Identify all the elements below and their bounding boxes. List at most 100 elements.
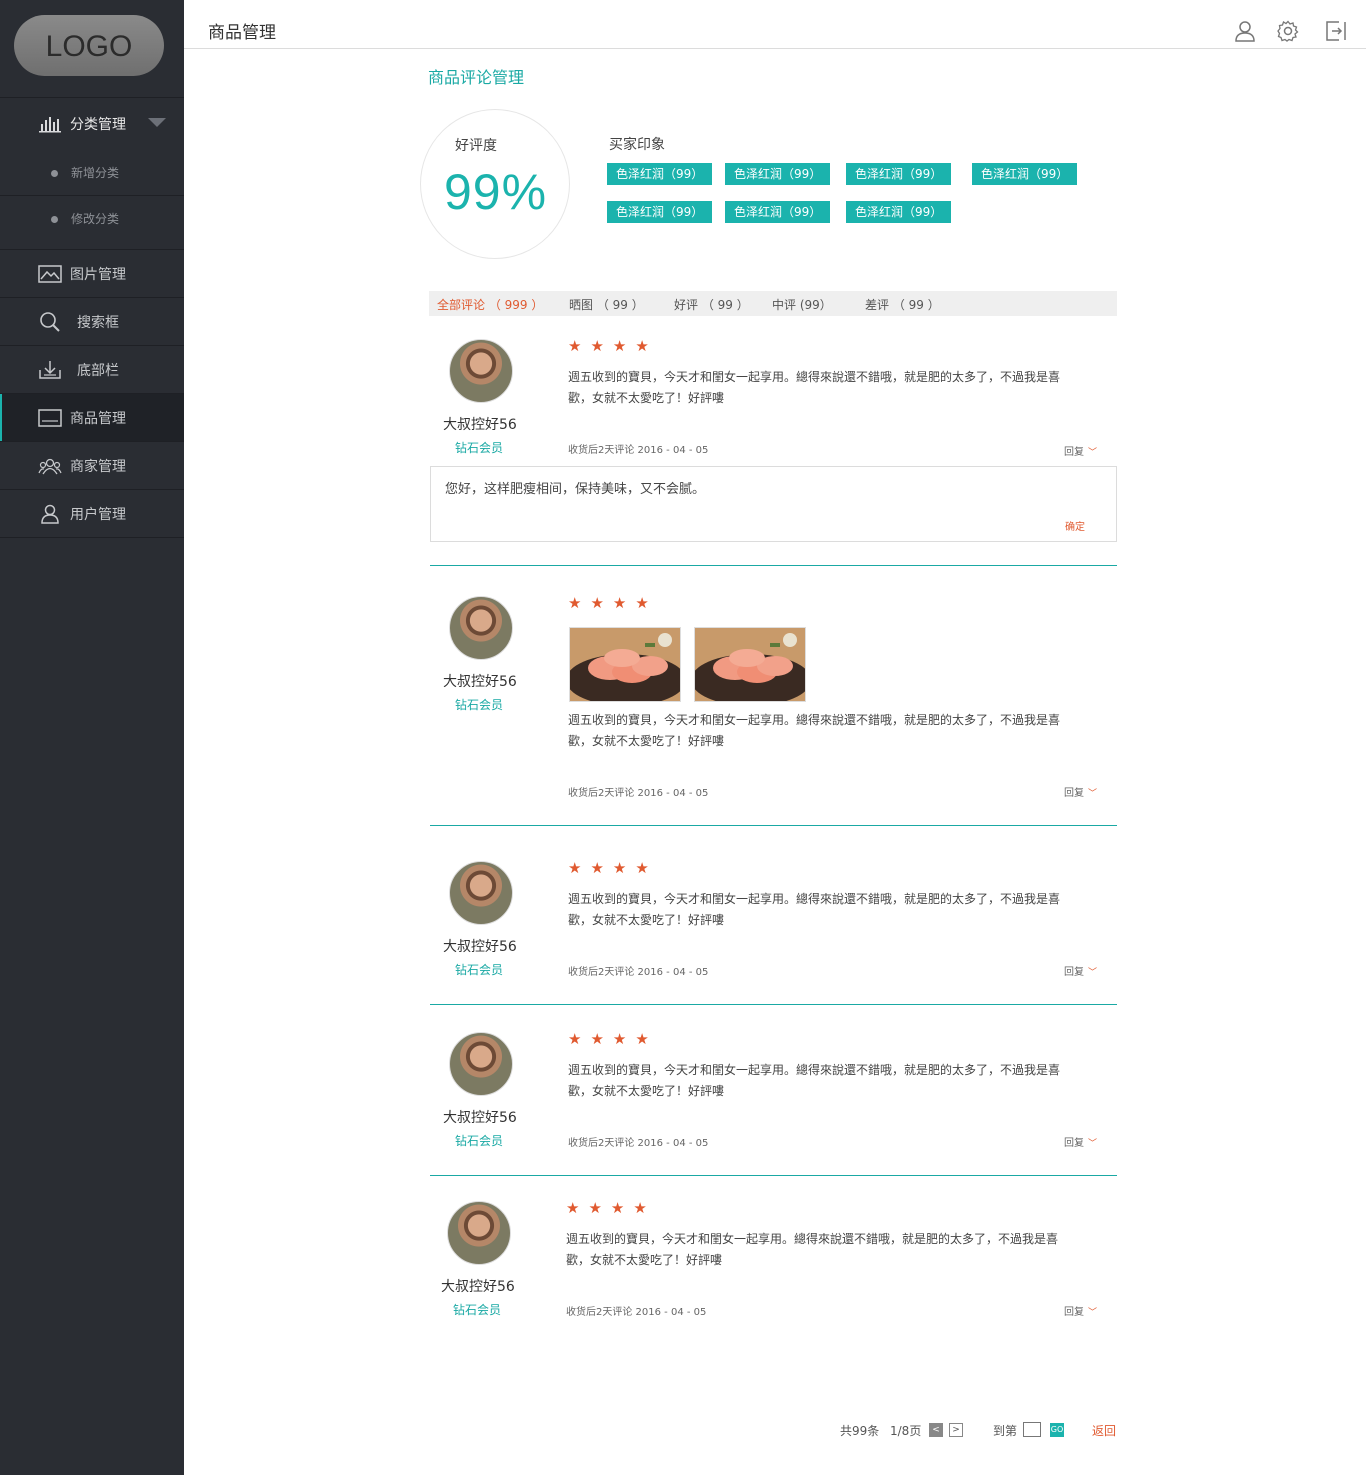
user-name: 大叔控好56 bbox=[443, 1110, 517, 1126]
section-title: 商品评论管理 bbox=[428, 68, 525, 87]
user-level: 钻石会员 bbox=[455, 698, 504, 712]
sidebar-item-category[interactable]: 分类管理 bbox=[0, 98, 184, 150]
user-name: 大叔控好56 bbox=[441, 1279, 515, 1295]
reply-button[interactable]: 回复 ﹀ bbox=[1064, 784, 1097, 799]
confirm-button[interactable]: 确定 bbox=[1065, 518, 1085, 533]
user-level: 钻石会员 bbox=[455, 441, 504, 455]
reply-button[interactable]: 回复 ﹀ bbox=[1064, 963, 1097, 978]
user-name: 大叔控好56 bbox=[443, 417, 517, 433]
star-rating: ★★★★ bbox=[568, 594, 658, 612]
sub-item-label: 修改分类 bbox=[71, 212, 120, 226]
sidebar-item-label: 商品管理 bbox=[70, 410, 126, 427]
sidebar: LOGO 分类管理 新增分类 修改分类 图片管理 搜索框 底部栏 商品管理 商家… bbox=[0, 0, 184, 1475]
divider bbox=[430, 825, 1117, 826]
reply-text: 您好，这样肥瘦相间，保持美味，又不会腻。 bbox=[445, 482, 706, 497]
review-tabs: 全部评论 （ 999 ） 晒图 （ 99 ） 好评 （ 99 ） 中评 (99）… bbox=[429, 291, 1117, 316]
avatar bbox=[447, 1201, 511, 1265]
gear-icon[interactable] bbox=[1277, 20, 1299, 42]
sidebar-item-products[interactable]: 商品管理 bbox=[0, 394, 184, 442]
page-number-input[interactable] bbox=[1023, 1422, 1041, 1437]
review-photo[interactable] bbox=[694, 627, 806, 702]
group-icon bbox=[38, 455, 62, 477]
bar-chart-icon bbox=[38, 113, 62, 135]
reply-button[interactable]: 回复 ﹀ bbox=[1064, 443, 1097, 458]
sidebar-item-label: 商家管理 bbox=[70, 458, 126, 475]
divider bbox=[430, 565, 1117, 566]
review-text: 週五收到的寶貝，今天才和閨女一起享用。總得來說還不錯哦，就是肥的太多了，不過我是… bbox=[568, 713, 1061, 748]
chevron-down-icon: ﹀ bbox=[1088, 968, 1098, 978]
image-icon bbox=[38, 263, 62, 285]
tab-positive[interactable]: 好评 （ 99 ） bbox=[674, 296, 749, 313]
sidebar-item-label: 用户管理 bbox=[70, 506, 126, 523]
review-meta: 收货后2天评论 2016 - 04 - 05 bbox=[568, 445, 709, 456]
review-photo[interactable] bbox=[569, 627, 681, 702]
chevron-down-icon: ﹀ bbox=[1088, 448, 1098, 458]
impression-tag[interactable]: 色泽红润（99） bbox=[607, 163, 713, 185]
review-text: 週五收到的寶貝，今天才和閨女一起享用。總得來說還不錯哦，就是肥的太多了，不過我是… bbox=[568, 1063, 1061, 1098]
review-meta: 收货后2天评论 2016 - 04 - 05 bbox=[568, 967, 709, 978]
bullet-icon bbox=[51, 170, 58, 177]
sidebar-item-label: 底部栏 bbox=[77, 362, 119, 379]
impression-tag[interactable]: 色泽红润（99） bbox=[972, 163, 1078, 185]
avatar bbox=[449, 861, 513, 925]
sidebar-item-merchants[interactable]: 商家管理 bbox=[0, 442, 184, 490]
sidebar-item-search[interactable]: 搜索框 bbox=[0, 298, 184, 346]
sidebar-item-label: 分类管理 bbox=[70, 117, 126, 133]
screen-icon bbox=[38, 407, 62, 429]
impression-label: 买家印象 bbox=[609, 137, 665, 153]
tab-neutral[interactable]: 中评 (99） bbox=[772, 296, 832, 313]
divider bbox=[430, 1175, 1117, 1176]
tab-all[interactable]: 全部评论 （ 999 ） bbox=[437, 296, 543, 313]
sidebar-item-footer[interactable]: 底部栏 bbox=[0, 346, 184, 394]
sidebar-item-label: 搜索框 bbox=[77, 314, 119, 331]
page-title: 商品管理 bbox=[208, 23, 276, 43]
reply-box[interactable]: 您好，这样肥瘦相间，保持美味，又不会腻。 确定 bbox=[430, 466, 1117, 542]
back-button[interactable]: 返回 bbox=[1092, 1422, 1116, 1439]
star-rating: ★★★★ bbox=[568, 1030, 658, 1048]
avatar bbox=[449, 596, 513, 660]
impression-tag[interactable]: 色泽红润（99） bbox=[607, 201, 713, 223]
chevron-down-icon: ﹀ bbox=[1088, 1308, 1098, 1318]
tab-negative[interactable]: 差评 （ 99 ） bbox=[865, 296, 940, 313]
category-group: 分类管理 新增分类 修改分类 bbox=[0, 98, 184, 250]
user-icon[interactable] bbox=[1234, 20, 1256, 42]
impression-tag[interactable]: 色泽红润（99） bbox=[846, 201, 952, 223]
reply-button[interactable]: 回复 ﹀ bbox=[1064, 1134, 1097, 1149]
logout-icon[interactable] bbox=[1325, 20, 1347, 42]
impression-tag[interactable]: 色泽红润（99） bbox=[846, 163, 952, 185]
chevron-down-icon[interactable] bbox=[148, 118, 166, 127]
impression-tag[interactable]: 色泽红润（99） bbox=[725, 163, 831, 185]
sub-item-add-category[interactable]: 新增分类 bbox=[0, 150, 184, 196]
user-level: 钻石会员 bbox=[453, 1303, 502, 1317]
review-meta: 收货后2天评论 2016 - 04 - 05 bbox=[568, 1138, 709, 1149]
reply-label: 回复 bbox=[1064, 967, 1084, 978]
sidebar-item-images[interactable]: 图片管理 bbox=[0, 250, 184, 298]
bullet-icon bbox=[51, 216, 58, 223]
reply-label: 回复 bbox=[1064, 788, 1084, 799]
user-name: 大叔控好56 bbox=[443, 674, 517, 690]
user-name: 大叔控好56 bbox=[443, 939, 517, 955]
pager-total: 共99条 bbox=[840, 1424, 880, 1438]
star-rating: ★★★★ bbox=[568, 859, 658, 877]
reply-label: 回复 bbox=[1064, 447, 1084, 458]
go-button[interactable]: GO bbox=[1050, 1423, 1064, 1437]
reply-label: 回复 bbox=[1064, 1307, 1084, 1318]
star-rating: ★★★★ bbox=[566, 1199, 656, 1217]
impression-tag[interactable]: 色泽红润（99） bbox=[725, 201, 831, 223]
logo-area: LOGO bbox=[0, 0, 184, 98]
tab-photos[interactable]: 晒图 （ 99 ） bbox=[569, 296, 644, 313]
chevron-down-icon: ﹀ bbox=[1088, 1139, 1098, 1149]
review-text: 週五收到的寶貝，今天才和閨女一起享用。總得來說還不錯哦，就是肥的太多了，不過我是… bbox=[566, 1232, 1059, 1267]
sidebar-item-label: 图片管理 bbox=[70, 266, 126, 283]
prev-page-button[interactable]: < bbox=[929, 1423, 943, 1437]
reply-button[interactable]: 回复 ﹀ bbox=[1064, 1303, 1097, 1318]
logo: LOGO bbox=[14, 15, 164, 76]
search-icon bbox=[38, 311, 62, 333]
next-page-button[interactable]: > bbox=[949, 1423, 963, 1437]
chevron-down-icon: ﹀ bbox=[1088, 789, 1098, 799]
reply-label: 回复 bbox=[1064, 1138, 1084, 1149]
star-rating: ★★★★ bbox=[568, 337, 658, 355]
pager-goto-label: 到第 bbox=[993, 1424, 1018, 1438]
sub-item-edit-category[interactable]: 修改分类 bbox=[0, 196, 184, 249]
sidebar-item-users[interactable]: 用户管理 bbox=[0, 490, 184, 538]
